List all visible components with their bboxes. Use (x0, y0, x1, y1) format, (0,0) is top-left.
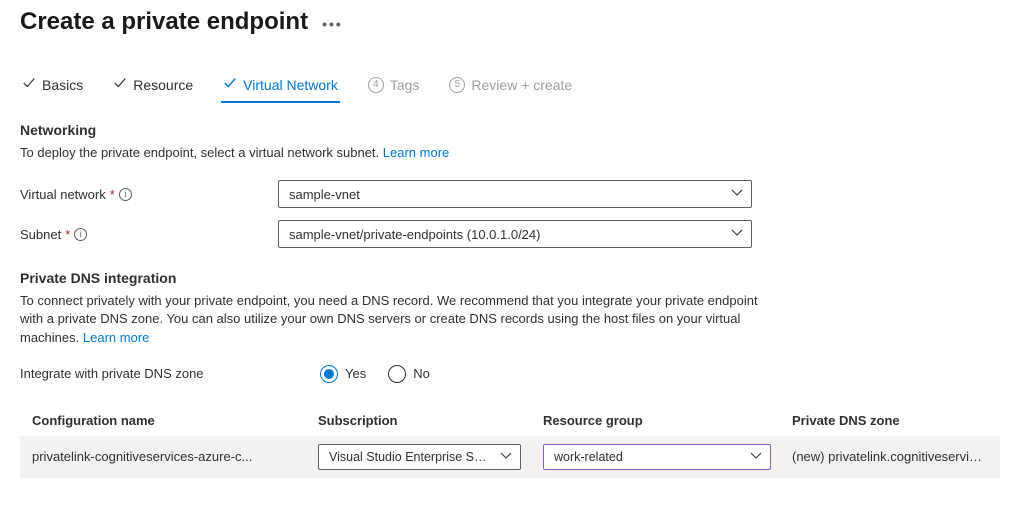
radio-label: No (413, 366, 430, 381)
networking-desc-text: To deploy the private endpoint, select a… (20, 145, 383, 160)
required-asterisk: * (65, 227, 70, 242)
tab-label: Virtual Network (243, 77, 338, 93)
select-value: sample-vnet (289, 187, 360, 202)
radio-yes[interactable]: Yes (320, 365, 366, 383)
step-number-icon: 5 (449, 77, 465, 93)
dns-zone-table: Configuration name Subscription Resource… (20, 405, 1000, 478)
virtual-network-label: Virtual network * i (20, 187, 278, 202)
cell-private-dns-zone: (new) privatelink.cognitiveservices.az..… (792, 449, 988, 464)
tab-review-create: 5 Review + create (447, 70, 574, 103)
dns-heading: Private DNS integration (20, 270, 1001, 286)
section-private-dns: Private DNS integration To connect priva… (20, 270, 1001, 478)
tab-label: Review + create (471, 77, 572, 93)
label-text: Virtual network (20, 187, 106, 202)
chevron-down-icon (731, 187, 743, 202)
info-icon[interactable]: i (74, 228, 87, 241)
resource-group-select[interactable]: work-related (543, 444, 771, 470)
section-networking: Networking To deploy the private endpoin… (20, 122, 1001, 248)
page-title: Create a private endpoint (20, 8, 308, 36)
subnet-select[interactable]: sample-vnet/private-endpoints (10.0.1.0/… (278, 220, 752, 248)
tab-resource[interactable]: Resource (111, 70, 195, 103)
chevron-down-icon (750, 449, 762, 464)
col-subscription: Subscription (318, 413, 537, 428)
col-config-name: Configuration name (32, 413, 312, 428)
tab-basics[interactable]: Basics (20, 70, 85, 103)
more-actions-icon[interactable]: ••• (322, 16, 343, 32)
wizard-tabs: Basics Resource Virtual Network 4 Tags 5… (20, 70, 1001, 104)
select-value: Visual Studio Enterprise Subscrip… (329, 450, 492, 464)
radio-no[interactable]: No (388, 365, 430, 383)
tab-label: Resource (133, 77, 193, 93)
networking-learn-more-link[interactable]: Learn more (383, 145, 449, 160)
col-private-dns-zone: Private DNS zone (792, 413, 988, 428)
radio-label: Yes (345, 366, 366, 381)
integrate-dns-radio-group: Yes No (320, 365, 430, 383)
chevron-down-icon (731, 227, 743, 242)
tab-tags: 4 Tags (366, 70, 422, 103)
table-header: Configuration name Subscription Resource… (20, 405, 1000, 436)
checkmark-icon (223, 76, 237, 93)
step-number-icon: 4 (368, 77, 384, 93)
table-row: privatelink-cognitiveservices-azure-c...… (20, 436, 1000, 478)
virtual-network-select[interactable]: sample-vnet (278, 180, 752, 208)
tab-virtual-network[interactable]: Virtual Network (221, 70, 340, 103)
dns-description: To connect privately with your private e… (20, 292, 780, 347)
cell-config-name: privatelink-cognitiveservices-azure-c... (32, 449, 312, 464)
tab-label: Tags (390, 77, 420, 93)
radio-icon (320, 365, 338, 383)
select-value: work-related (554, 450, 623, 464)
checkmark-icon (22, 76, 36, 93)
chevron-down-icon (500, 449, 512, 464)
info-icon[interactable]: i (119, 188, 132, 201)
subscription-select[interactable]: Visual Studio Enterprise Subscrip… (318, 444, 521, 470)
select-value: sample-vnet/private-endpoints (10.0.1.0/… (289, 227, 540, 242)
networking-description: To deploy the private endpoint, select a… (20, 144, 780, 162)
subnet-label: Subnet * i (20, 227, 278, 242)
col-resource-group: Resource group (543, 413, 786, 428)
radio-icon (388, 365, 406, 383)
label-text: Subnet (20, 227, 61, 242)
networking-heading: Networking (20, 122, 1001, 138)
checkmark-icon (113, 76, 127, 93)
tab-label: Basics (42, 77, 83, 93)
integrate-dns-label: Integrate with private DNS zone (20, 366, 302, 381)
required-asterisk: * (110, 187, 115, 202)
dns-learn-more-link[interactable]: Learn more (83, 330, 149, 345)
